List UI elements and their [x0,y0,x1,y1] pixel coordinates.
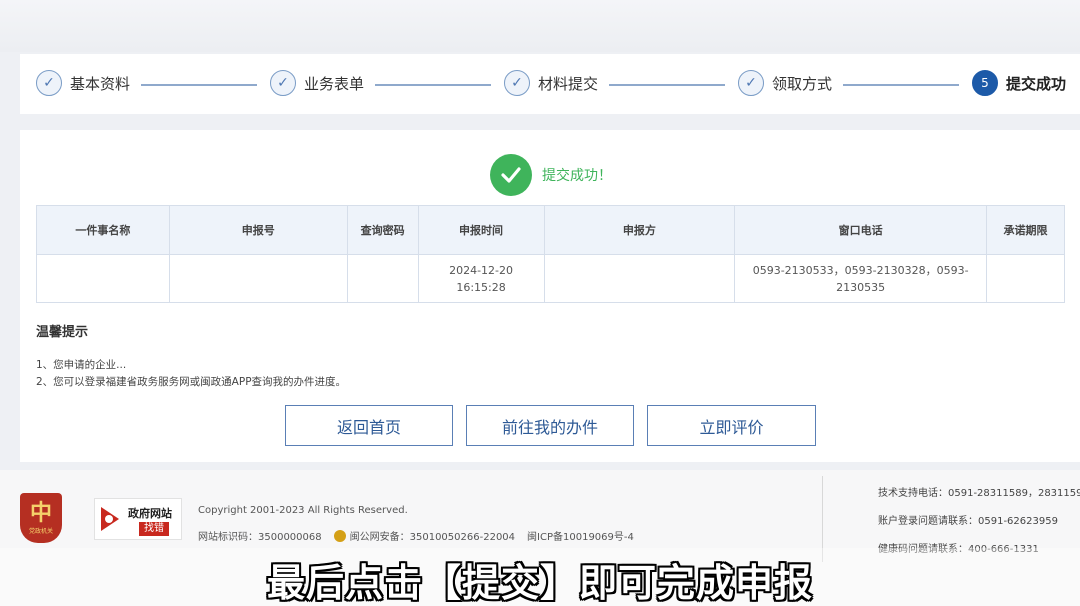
column-header: 申报号 [168,205,348,255]
tech-support-text: 技术支持电话：0591-28311589，28311590 [878,488,1080,499]
tip-item: 2、您可以登录福建省政务服务网或闽政通APP查询我的办件进度。 [36,376,347,388]
success-text: 提交成功！ [542,168,612,184]
step-label: 提交成功 [1006,74,1067,93]
column-header: 申报方 [543,205,736,255]
check-icon: ✓ [504,70,530,96]
check-icon: ✓ [270,70,296,96]
site-records: 网站标识码：3500000068 闽公网安备：35010050266-22004… [198,528,634,543]
police-record-link[interactable]: 闽公网安备：35010050266-22004 [350,528,515,543]
success-message: 提交成功！ [490,154,612,196]
my-cases-button[interactable]: 前往我的办件 [466,405,634,446]
success-check-icon [490,154,532,196]
account-support-text: 账户登录问题请联系：0591-62623959 [878,516,1058,527]
step-materials: ✓ 材料提交 [504,70,598,96]
cell-phone: 0593-2130533，0593-2130328，0593- 2130535 [734,254,988,303]
find-error-label: 找错 [139,522,169,536]
magnifier-icon [101,507,119,531]
progress-steps: ✓ 基本资料 ✓ 业务表单 ✓ 材料提交 ✓ 领取方式 5 提交成功 [20,54,1080,114]
tip-item: 1、您申请的企业... [36,359,127,371]
cell-query-password [346,254,419,303]
phone-line: 2130535 [836,280,886,294]
step-label: 基本资料 [70,74,131,93]
cell-applicant [543,254,736,303]
application-table: 一件事名称 申报号 查询密码 申报时间 申报方 窗口电话 承诺期限 2024-1… [36,205,1065,303]
gov-organ-emblem-icon[interactable]: 中 党政机关 [20,493,62,543]
step-label: 材料提交 [538,74,599,93]
time-date: 2024-12-20 [449,263,514,277]
column-header: 一件事名称 [36,205,170,255]
police-badge-icon [333,529,346,542]
table-row: 2024-12-20 16:15:28 0593-2130533，0593-21… [36,254,1065,303]
back-home-button[interactable]: 返回首页 [285,405,453,446]
check-icon: ✓ [36,70,62,96]
step-connector [141,84,257,86]
column-header: 申报时间 [417,205,545,255]
emblem-sub: 党政机关 [28,527,53,535]
step-basic-info: ✓ 基本资料 [36,70,130,96]
step-business-form: ✓ 业务表单 [270,70,364,96]
step-connector [375,84,491,86]
icp-record-link[interactable]: 闽ICP备10019069号-4 [527,528,634,543]
cell-time: 2024-12-20 16:15:28 [417,254,545,303]
column-header: 窗口电话 [734,205,988,255]
gov-site-label: 政府网站 [128,507,172,520]
table-header-row: 一件事名称 申报号 查询密码 申报时间 申报方 窗口电话 承诺期限 [36,205,1065,255]
copyright-text: Copyright 2001-2023 All Rights Reserved. [198,505,408,516]
step-label: 业务表单 [304,74,365,93]
step-submit-success: 5 提交成功 [972,70,1066,96]
column-header: 承诺期限 [986,205,1065,255]
gov-site-find-error-badge[interactable]: 政府网站 找错 [94,498,182,540]
tips-title: 温馨提示 [36,325,89,340]
step-connector [609,84,725,86]
cell-name [36,254,170,303]
step-connector [843,84,959,86]
evaluate-button[interactable]: 立即评价 [647,405,816,446]
step-number-icon: 5 [972,70,998,96]
cell-application-no [168,254,348,303]
phone-line: 0593-2130533，0593-2130328，0593- [752,263,969,277]
time-clock: 16:15:28 [456,280,506,294]
result-panel: 提交成功！ 一件事名称 申报号 查询密码 申报时间 申报方 窗口电话 承诺期限 … [20,130,1080,462]
column-header: 查询密码 [346,205,419,255]
step-pickup-method: ✓ 领取方式 [738,70,832,96]
site-id: 网站标识码：3500000068 [198,532,322,543]
top-blur-area [0,0,1080,52]
step-label: 领取方式 [772,74,833,93]
cell-deadline [986,254,1065,303]
emblem-char: 中 [29,500,52,526]
check-icon: ✓ [738,70,764,96]
video-subtitle: 最后点击【提交】即可完成申报 [266,561,813,605]
